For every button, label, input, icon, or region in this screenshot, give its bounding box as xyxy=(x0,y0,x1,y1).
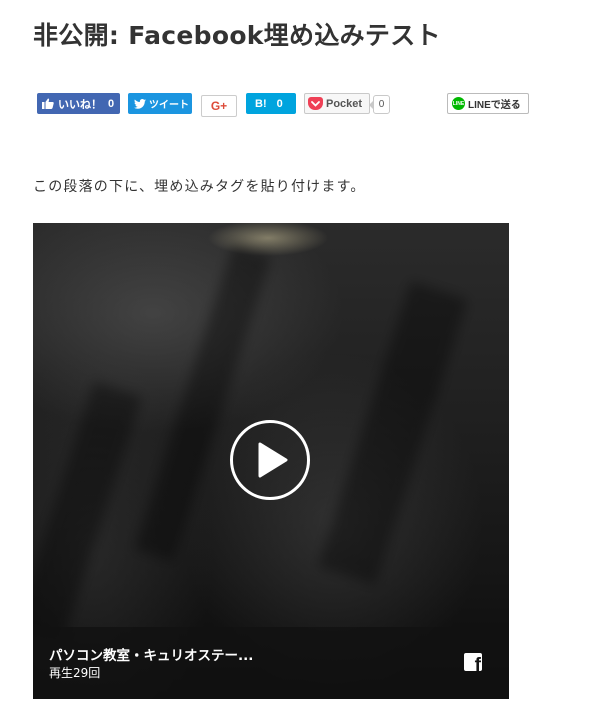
google-plus-label: G+ xyxy=(210,99,228,113)
facebook-f-icon[interactable]: f xyxy=(464,653,482,671)
line-icon: LINE xyxy=(452,97,465,110)
tweet-label: ツイート xyxy=(149,100,189,111)
hatena-bookmark-label: B! xyxy=(255,97,267,110)
post-title: 非公開: Facebook埋め込みテスト xyxy=(33,21,441,50)
google-plus-button[interactable]: G+ xyxy=(201,95,237,117)
video-title[interactable]: パソコン教室・キュリオステー... xyxy=(49,644,253,664)
video-thumbnail-shade xyxy=(134,244,272,562)
facebook-like-button[interactable]: いいね！ 0 xyxy=(37,93,120,114)
pocket-icon xyxy=(308,97,323,110)
facebook-like-label: いいね！ xyxy=(58,98,102,111)
thumbs-up-icon xyxy=(42,98,54,109)
share-buttons: いいね！ 0 ツイート G+ B! 0 Pocket 0 LINE LINEで送… xyxy=(37,93,537,119)
play-icon xyxy=(258,442,288,478)
hatena-bookmark-button[interactable]: B! 0 xyxy=(246,93,296,114)
play-button[interactable] xyxy=(230,420,310,500)
body-paragraph: この段落の下に、埋め込みタグを貼り付けます。 xyxy=(33,179,366,195)
line-send-button[interactable]: LINE LINEで送る xyxy=(447,93,529,114)
video-info-bar: パソコン教室・キュリオステー... 再生29回 f xyxy=(33,627,509,699)
tweet-button[interactable]: ツイート xyxy=(128,93,192,114)
pocket-count: 0 xyxy=(369,95,390,114)
video-thumbnail-shade xyxy=(318,281,468,585)
video-thumbnail-shade xyxy=(33,381,142,645)
hatena-bookmark-count: 0 xyxy=(276,97,283,110)
pocket-label: Pocket xyxy=(326,97,363,110)
line-send-label: LINEで送る xyxy=(468,100,521,111)
facebook-video-embed[interactable]: パソコン教室・キュリオステー... 再生29回 f xyxy=(33,223,509,699)
twitter-bird-icon xyxy=(134,98,146,109)
pocket-button[interactable]: Pocket xyxy=(304,93,370,114)
video-view-count: 再生29回 xyxy=(49,666,101,680)
facebook-like-count: 0 xyxy=(108,97,115,110)
